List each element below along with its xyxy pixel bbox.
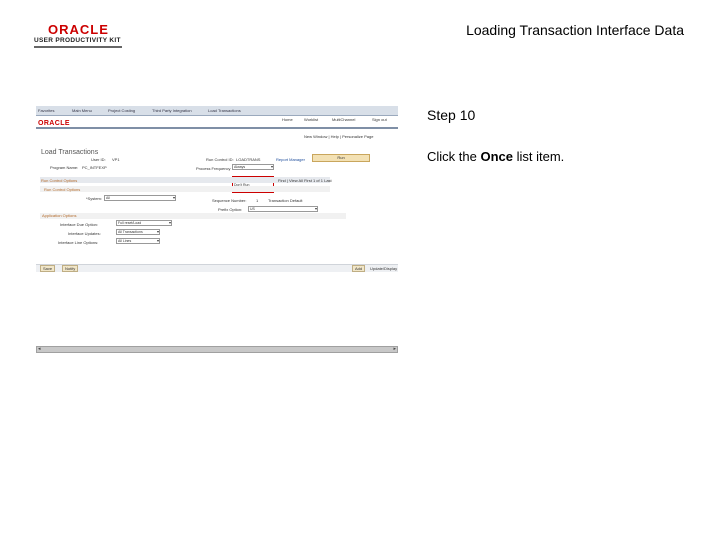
notify-button[interactable]: Notify (62, 265, 79, 272)
top-link-home[interactable]: Home (282, 117, 293, 122)
logo-underline (34, 46, 122, 48)
bottom-toolbar (36, 264, 398, 272)
row-section-header: Run Control Options (44, 187, 81, 192)
run-control-options-header: Run Control Options (41, 178, 78, 183)
scroll-right-icon[interactable]: ▸ (393, 347, 396, 352)
prefix-select[interactable]: US (248, 206, 318, 212)
app-brand: ORACLE (38, 120, 70, 127)
instruction-prefix: Click the (427, 149, 481, 164)
report-manager-link[interactable]: Report Manager (276, 157, 305, 162)
load-transactions-title: Load Transactions (41, 149, 99, 156)
prefix-label: Prefix Option: (218, 207, 243, 212)
scroll-left-icon[interactable]: ◂ (38, 347, 41, 352)
nav-item-load-transactions[interactable]: Load Transactions (208, 108, 241, 113)
instruction-text: Click the Once list item. (427, 149, 564, 164)
mini-links[interactable]: New Window | Help | Personalize Page (304, 134, 373, 139)
run-control-label: Run Control ID: (206, 157, 234, 162)
program-name-label: Program Name: (50, 165, 79, 170)
process-frequency-label: Process Frequency (196, 166, 231, 171)
header-strip (36, 127, 398, 129)
page-title: Loading Transaction Interface Data (466, 22, 684, 38)
interface-due-label: Interface Due Option: (60, 222, 99, 227)
horizontal-scrollbar[interactable]: ◂ ▸ (36, 346, 398, 353)
interface-updates-select[interactable]: All Transactions (116, 229, 160, 235)
sequence-label: Sequence Number: (212, 198, 247, 203)
app-screenshot: Favorites Main Menu Project Costing Thir… (36, 106, 398, 354)
row-section-bar (40, 186, 330, 192)
nav-item-main-menu[interactable]: Main Menu (72, 108, 92, 113)
run-button[interactable]: Run (312, 154, 370, 162)
system-label: *System: (86, 196, 103, 201)
instruction-target: Once (480, 149, 513, 164)
interface-due-select[interactable]: Full reset/Load (116, 220, 172, 226)
step-label: Step 10 (427, 107, 476, 123)
run-control-value: LOADTRANS (236, 157, 261, 162)
top-link-worklist[interactable]: Worklist (304, 117, 318, 122)
sequence-value: 1 (256, 198, 259, 203)
system-select[interactable]: All (104, 195, 176, 201)
nav-item-third-party[interactable]: Third Party Integration (152, 108, 192, 113)
interface-line-label: Interface Line Options: (58, 240, 99, 245)
save-button[interactable]: Save (40, 265, 56, 272)
oracle-upk-logo: ORACLE USER PRODUCTIVITY KIT (34, 22, 124, 48)
add-button[interactable]: Add (352, 265, 366, 272)
app-nav-bar: Favorites Main Menu Project Costing Thir… (36, 106, 398, 116)
logo-product: USER PRODUCTIVITY KIT (34, 37, 121, 44)
app-options-header: Application Options (42, 213, 77, 218)
grid-navigation[interactable]: Find | View All First 1 of 1 Last (278, 178, 332, 183)
interface-updates-label: Interface Updates: (68, 231, 101, 236)
program-name-value: PC_INTFEXP (82, 165, 107, 170)
nav-item-favorites[interactable]: Favorites (38, 108, 54, 113)
logo-brand: ORACLE (48, 22, 109, 37)
user-id-label: User ID: (91, 157, 106, 162)
transaction-default: Transaction Default (268, 198, 303, 203)
nav-item-project-costing[interactable]: Project Costing (108, 108, 135, 113)
top-link-signout[interactable]: Sign out (372, 117, 387, 122)
process-frequency-select[interactable]: Always (232, 164, 274, 170)
top-link-multichannel[interactable]: MultiChannel (332, 117, 355, 122)
instruction-suffix: list item. (512, 149, 565, 164)
update-display-link[interactable]: Update/Display (370, 266, 397, 271)
app-options-bar (40, 213, 346, 219)
user-id-value: VP1 (112, 157, 120, 162)
interface-line-select[interactable]: All Lines (116, 238, 160, 244)
